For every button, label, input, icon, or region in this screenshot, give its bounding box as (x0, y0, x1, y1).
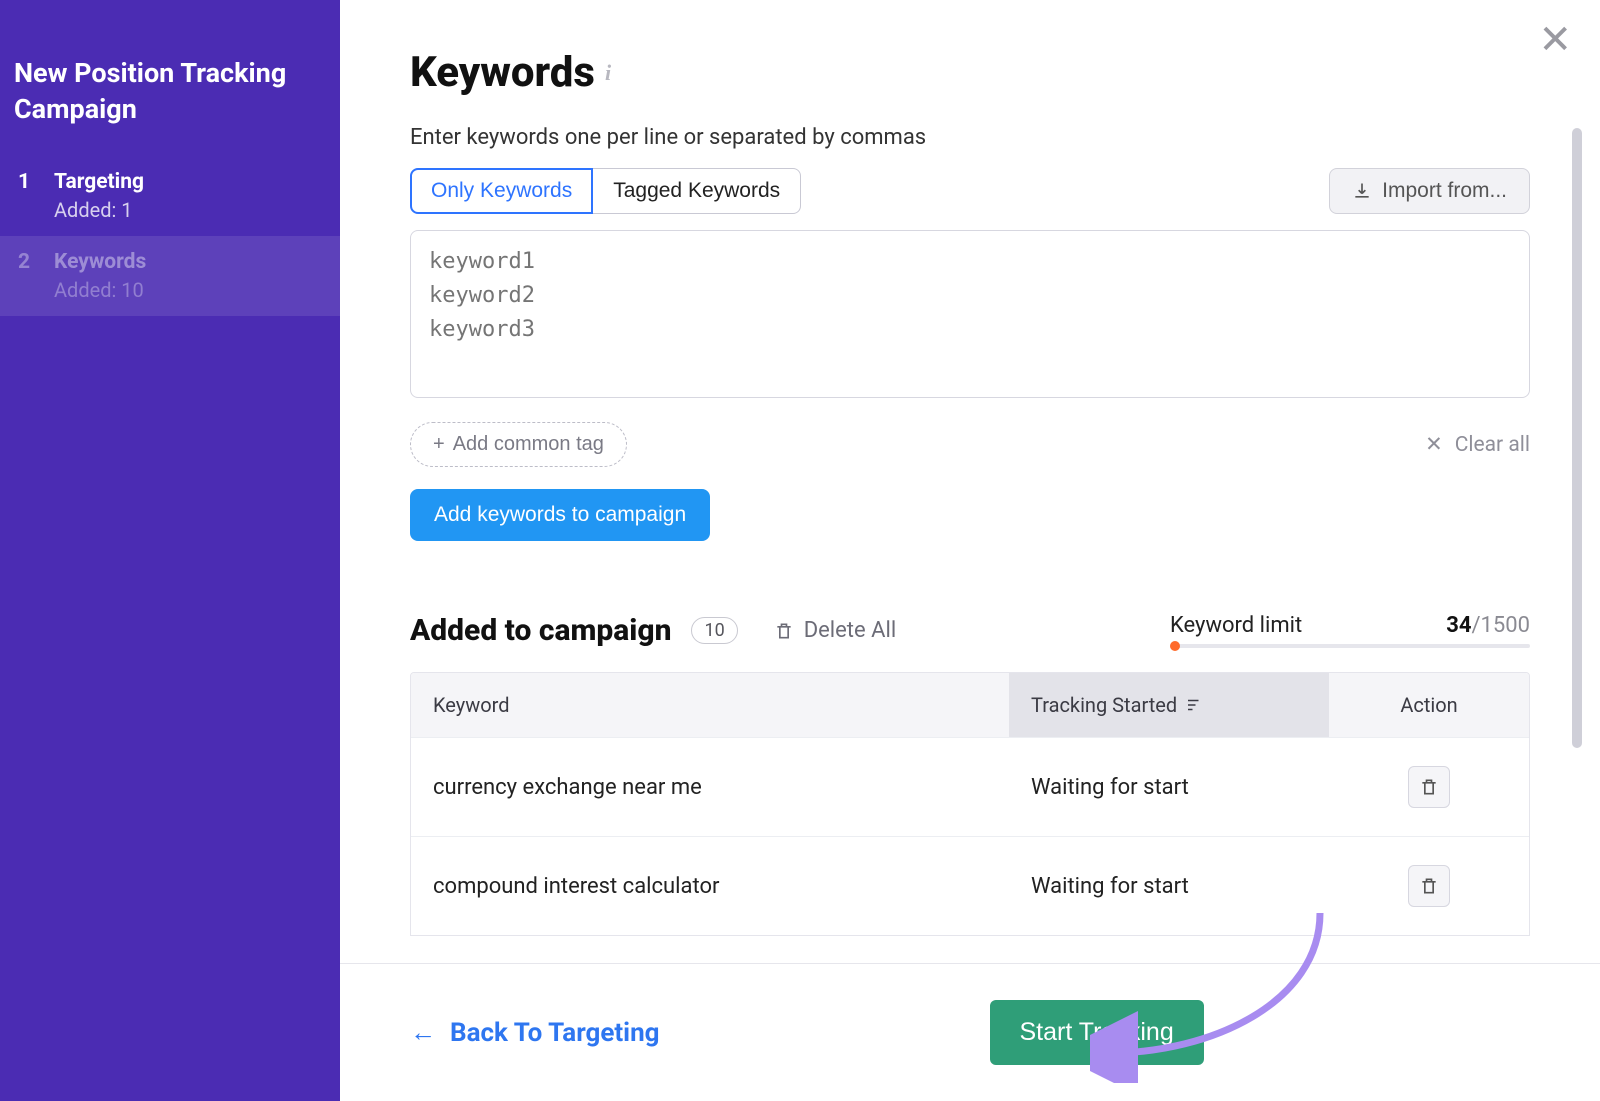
close-icon: ✕ (1425, 432, 1443, 457)
step-number: 1 (18, 170, 36, 194)
table-header: Keyword Tracking Started Action (411, 673, 1529, 737)
back-to-targeting-link[interactable]: ← Back To Targeting (410, 1017, 660, 1048)
clear-all-button[interactable]: ✕ Clear all (1425, 432, 1530, 457)
sort-desc-icon (1185, 696, 1203, 714)
keyword-limit: Keyword limit 34/1500 (1170, 613, 1530, 648)
start-tracking-button[interactable]: Start Tracking (990, 1000, 1204, 1065)
tab-only-keywords[interactable]: Only Keywords (410, 168, 593, 214)
limit-used: 34 (1446, 613, 1471, 638)
added-title: Added to campaign (410, 613, 671, 648)
sidebar-step-targeting[interactable]: 1 Targeting Added: 1 (0, 156, 340, 236)
textarea-actions-row: + Add common tag ✕ Clear all (410, 422, 1530, 467)
info-icon[interactable]: i (605, 60, 611, 86)
delete-row-button[interactable] (1408, 766, 1450, 808)
col-action: Action (1329, 673, 1529, 737)
delete-all-label: Delete All (804, 618, 897, 643)
download-icon (1352, 181, 1372, 201)
step-label: Keywords (54, 250, 146, 274)
sidebar-title: New Position Tracking Campaign (0, 55, 340, 156)
limit-progress-bar (1170, 644, 1530, 648)
sidebar: New Position Tracking Campaign 1 Targeti… (0, 0, 340, 1101)
arrow-left-icon: ← (410, 1017, 436, 1048)
table-row: currency exchange near me Waiting for st… (411, 737, 1529, 836)
page-title: Keywords (410, 48, 595, 97)
step-label: Targeting (54, 170, 144, 194)
import-label: Import from... (1382, 179, 1507, 203)
back-label: Back To Targeting (450, 1018, 660, 1048)
trash-icon (1419, 777, 1439, 797)
step-subtext: Added: 1 (54, 198, 144, 222)
step-subtext: Added: 10 (54, 278, 146, 302)
delete-all-button[interactable]: Delete All (774, 618, 897, 643)
limit-total: /1500 (1471, 613, 1530, 638)
added-section-header: Added to campaign 10 Delete All Keyword … (410, 613, 1530, 648)
col-tracking-started[interactable]: Tracking Started (1009, 673, 1329, 737)
keywords-textarea[interactable] (410, 230, 1530, 398)
cell-status: Waiting for start (1009, 846, 1329, 927)
cell-keyword: compound interest calculator (411, 846, 1009, 927)
step-number: 2 (18, 250, 36, 274)
trash-icon (774, 621, 794, 641)
add-keywords-to-campaign-button[interactable]: Add keywords to campaign (410, 489, 710, 541)
col-tracking-label: Tracking Started (1031, 693, 1177, 717)
cell-status: Waiting for start (1009, 747, 1329, 828)
plus-icon: + (433, 433, 445, 456)
delete-row-button[interactable] (1408, 865, 1450, 907)
help-text: Enter keywords one per line or separated… (410, 125, 1530, 150)
clear-all-label: Clear all (1455, 433, 1530, 457)
trash-icon (1419, 876, 1439, 896)
added-count-badge: 10 (691, 617, 737, 644)
tab-tagged-keywords[interactable]: Tagged Keywords (593, 168, 801, 214)
sidebar-step-keywords[interactable]: 2 Keywords Added: 10 (0, 236, 340, 316)
keywords-table: Keyword Tracking Started Action currency… (410, 672, 1530, 936)
limit-label: Keyword limit (1170, 613, 1302, 638)
keyword-mode-segment: Only Keywords Tagged Keywords (410, 168, 801, 214)
add-tag-label: Add common tag (453, 433, 604, 456)
footer-bar: ← Back To Targeting Start Tracking (340, 963, 1600, 1101)
col-keyword[interactable]: Keyword (411, 673, 1009, 737)
main-content: Keywords i Enter keywords one per line o… (340, 0, 1600, 1101)
import-from-button[interactable]: Import from... (1329, 168, 1530, 214)
add-common-tag-button[interactable]: + Add common tag (410, 422, 627, 467)
cell-keyword: currency exchange near me (411, 747, 1009, 828)
table-row: compound interest calculator Waiting for… (411, 836, 1529, 935)
page-title-row: Keywords i (410, 48, 1530, 97)
tabs-row: Only Keywords Tagged Keywords Import fro… (410, 168, 1530, 214)
